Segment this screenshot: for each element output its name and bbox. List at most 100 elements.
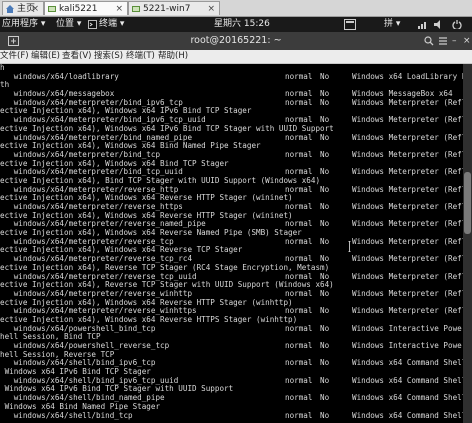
payload-name-text: windows/x64/meterpreter/reverse_winhttps bbox=[0, 307, 197, 316]
clock[interactable]: 星期六 15:26 bbox=[214, 17, 270, 32]
payload-name-text: windows/x64/powershell_bind_tcp bbox=[0, 324, 156, 333]
input-method-indicator[interactable]: 拼 ▾ bbox=[384, 17, 400, 32]
payload-rank-text: normal bbox=[285, 98, 313, 107]
payload-rank-text: normal bbox=[285, 307, 313, 316]
payload-check-text: No bbox=[320, 185, 330, 194]
payload-check-text: No bbox=[320, 272, 330, 281]
network-icon[interactable] bbox=[418, 20, 428, 29]
payload-rank-text: normal bbox=[285, 342, 313, 350]
vm-tab-win7[interactable]: 5221-win7 × bbox=[128, 1, 220, 15]
menu-edit[interactable]: 编辑(E) bbox=[31, 50, 60, 63]
terminal-scrollbar[interactable] bbox=[463, 64, 472, 423]
payload-name-text: windows/x64/meterpreter/reverse_named_pi… bbox=[0, 220, 206, 229]
payload-rank-text: normal bbox=[285, 376, 313, 385]
payload-name-text: ective Injection x64), Windows x64 Rever… bbox=[0, 246, 243, 255]
payload-name-text: ective Injection x64), Windows x64 Rever… bbox=[0, 298, 293, 307]
minimize-icon[interactable]: – bbox=[452, 32, 457, 50]
terminal-line: ective Injection x64), Windows x64 Rever… bbox=[0, 194, 463, 203]
terminal-app-menu[interactable]: 终端 ▾ bbox=[99, 17, 124, 32]
payload-check-text: No bbox=[320, 220, 330, 229]
menu-terminal[interactable]: 终端(T) bbox=[126, 50, 155, 63]
payload-description-text: Windows x64 LoadLibrary P bbox=[352, 72, 463, 81]
payload-name-text: windows/x64/meterpreter/reverse_tcp_uuid bbox=[0, 272, 197, 281]
payload-name-text: windows/x64/meterpreter/reverse_tcp_rc4 bbox=[0, 255, 193, 264]
terminal-line: windows/x64/loadlibrary normal No Windows x… bbox=[0, 73, 463, 82]
window-list-icon[interactable] bbox=[344, 19, 356, 30]
payload-description-text: Windows x64 Command Shell bbox=[352, 411, 463, 420]
terminal-line: hell Session, Reverse TCP bbox=[0, 351, 463, 360]
places-menu[interactable]: 位置 ▾ bbox=[56, 17, 81, 32]
menu-view[interactable]: 查看(V) bbox=[62, 50, 91, 63]
applications-menu[interactable]: 应用程序 ▾ bbox=[2, 17, 45, 32]
payload-name-text: ective Injection x64), Reverse TCP Stage… bbox=[0, 281, 334, 290]
payload-name-text: windows/x64/shell/bind_ipv6_tcp_uuid bbox=[0, 376, 179, 385]
vm-tab-home[interactable]: 主页 × bbox=[2, 1, 44, 15]
close-icon[interactable]: × bbox=[115, 2, 123, 16]
payload-check-text: No bbox=[320, 376, 330, 385]
payload-name-text: windows/x64/loadlibrary bbox=[0, 72, 119, 81]
terminal-line: windows/x64/meterpreter/bind_tcp_uuid nor… bbox=[0, 168, 463, 177]
terminal-line: ective Injection x64), Windows x64 IPv6 … bbox=[0, 125, 463, 134]
payload-name-text: ective Injection x64), Windows x64 Rever… bbox=[0, 315, 298, 324]
payload-name-text: windows/x64/meterpreter/bind_ipv6_tcp_uu… bbox=[0, 116, 206, 125]
menu-help[interactable]: 帮助(H) bbox=[158, 50, 188, 63]
terminal-line: Windows x64 IPv6 Bind TCP Stager bbox=[0, 368, 463, 377]
payload-rank-text: normal bbox=[285, 185, 313, 194]
payload-check-text: No bbox=[320, 168, 330, 177]
terminal-output[interactable]: h windows/x64/loadlibrary normal No Windows… bbox=[0, 64, 463, 423]
payload-name-text: windows/x64/messagebox bbox=[0, 90, 115, 99]
payload-name-text: hell Session, Reverse TCP bbox=[0, 350, 115, 359]
top-panel: 应用程序 ▾ 位置 ▾ 终端 ▾ 星期六 15:26 拼 ▾ bbox=[0, 17, 472, 32]
terminal-line: ective Injection x64), Windows x64 Rever… bbox=[0, 229, 463, 238]
text-cursor-icon bbox=[348, 241, 351, 252]
payload-rank-text: normal bbox=[285, 359, 313, 368]
search-icon[interactable] bbox=[424, 36, 434, 46]
payload-description-text: Windows Meterpreter (Refl bbox=[352, 133, 463, 142]
menu-file[interactable]: 文件(F) bbox=[0, 50, 29, 63]
payload-name-text: ective Injection x64), Windows x64 Rever… bbox=[0, 229, 302, 238]
terminal-line: windows/x64/meterpreter/reverse_tcp_rc4 n… bbox=[0, 255, 463, 264]
payload-name-text: windows/x64/meterpreter/reverse_winhttp bbox=[0, 289, 193, 298]
payload-rank-text: normal bbox=[285, 150, 313, 159]
menu-search[interactable]: 搜索(S) bbox=[94, 50, 123, 63]
payload-description-text: Windows Meterpreter (Refl bbox=[352, 116, 463, 125]
payload-description-text: Windows Meterpreter (Refl bbox=[352, 98, 463, 107]
scrollbar-thumb[interactable] bbox=[464, 172, 471, 234]
payload-name-text: Windows x64 IPv6 Bind TCP Stager with UU… bbox=[0, 385, 234, 394]
terminal-line: windows/x64/powershell_reverse_tcp normal… bbox=[0, 342, 463, 351]
payload-check-text: No bbox=[320, 359, 330, 368]
payload-description-text: Windows Interactive Power bbox=[352, 324, 463, 333]
payload-rank-text: normal bbox=[285, 255, 313, 264]
close-icon[interactable]: × bbox=[463, 32, 471, 50]
window-title: root@20165221: ~ bbox=[190, 35, 282, 46]
vm-tab-kali[interactable]: kali5221 × bbox=[44, 1, 128, 15]
payload-check-text: No bbox=[320, 90, 330, 99]
payload-name-text: ective Injection x64), Windows x64 IPv6 … bbox=[0, 107, 252, 116]
payload-description-text: Windows Meterpreter (Refl bbox=[352, 150, 463, 159]
payload-check-text: No bbox=[320, 411, 330, 420]
payload-description-text: Windows x64 Command Shell bbox=[352, 394, 463, 403]
payload-description-text: Windows Meterpreter (Refl bbox=[352, 185, 463, 194]
home-icon bbox=[6, 5, 14, 13]
terminal-line: windows/x64/meterpreter/bind_ipv6_tcp nor… bbox=[0, 99, 463, 108]
terminal-line: windows/x64/meterpreter/reverse_named_pi… bbox=[0, 220, 463, 229]
payload-name-text: ective Injection x64), Bind TCP Stager w… bbox=[0, 176, 321, 185]
close-icon[interactable]: × bbox=[207, 2, 215, 16]
power-icon[interactable] bbox=[452, 20, 462, 29]
payload-description-text: Windows Meterpreter (Refl bbox=[352, 237, 463, 246]
terminal-line: windows/x64/meterpreter/reverse_tcp_uuid… bbox=[0, 273, 463, 282]
volume-icon[interactable] bbox=[434, 20, 444, 29]
terminal-line: windows/x64/shell/bind_tcp normal No Window… bbox=[0, 412, 463, 421]
payload-rank-text: normal bbox=[285, 272, 313, 281]
payload-check-text: No bbox=[320, 324, 330, 333]
payload-rank-text: normal bbox=[285, 237, 313, 246]
payload-description-text: Windows Interactive Power bbox=[352, 342, 463, 350]
hamburger-menu-icon[interactable] bbox=[438, 36, 448, 46]
payload-check-text: No bbox=[320, 98, 330, 107]
payload-name-text: th bbox=[0, 81, 10, 90]
terminal-line: ective Injection x64), Reverse TCP Stage… bbox=[0, 281, 463, 290]
terminal-title-bar[interactable]: root@20165221: ~ – × bbox=[0, 32, 472, 50]
vm-icon bbox=[48, 6, 56, 12]
close-icon[interactable]: × bbox=[31, 2, 39, 16]
terminal-line: windows/x64/meterpreter/reverse_tcp norma… bbox=[0, 238, 463, 247]
